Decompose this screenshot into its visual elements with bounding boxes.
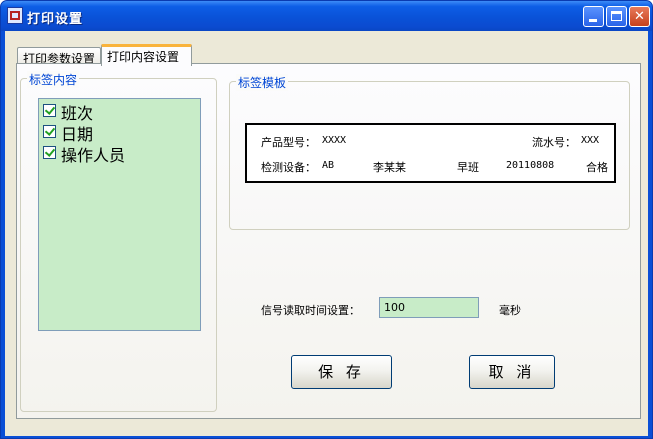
label-content-list[interactable]: 班次 日期 操作人员 xyxy=(38,98,201,331)
serial-label: 流水号： xyxy=(532,136,576,149)
app-icon xyxy=(7,7,23,24)
signal-time-unit: 毫秒 xyxy=(499,304,521,317)
label-content-group: 标签内容 班次 日期 操作人员 xyxy=(20,71,217,412)
tab-print-content[interactable]: 打印内容设置 xyxy=(101,44,192,66)
window-title: 打印设置 xyxy=(27,12,84,27)
close-button[interactable]: ✕ xyxy=(629,6,650,27)
label-template-legend: 标签模板 xyxy=(236,74,289,91)
label-content-legend: 标签内容 xyxy=(27,71,80,88)
close-icon: ✕ xyxy=(634,9,645,24)
print-settings-window: 打印设置 ✕ 打印参数设置 打印内容设置 标签内容 班次 日期 操作人员 标签模… xyxy=(0,0,653,439)
dialog-body: 打印参数设置 打印内容设置 标签内容 班次 日期 操作人员 标签模板 产品型号：… xyxy=(5,31,648,436)
label-preview: 产品型号： XXXX 流水号： XXX 检测设备： AB 李某某 早班 2011… xyxy=(245,123,616,183)
device-value: AB xyxy=(322,160,335,171)
operator-value: 李某某 xyxy=(373,161,406,174)
save-button[interactable]: 保 存 xyxy=(291,355,392,389)
minimize-icon xyxy=(589,19,597,22)
checkbox-shift[interactable] xyxy=(43,104,56,117)
signal-time-label: 信号读取时间设置： xyxy=(261,304,360,317)
title-bar[interactable]: 打印设置 ✕ xyxy=(1,1,652,31)
label-template-group: 标签模板 产品型号： XXXX 流水号： XXX 检测设备： AB 李某某 早班… xyxy=(229,74,630,230)
date-value: 20110808 xyxy=(506,160,555,171)
model-label: 产品型号： xyxy=(261,136,316,149)
result-value: 合格 xyxy=(586,161,608,174)
minimize-button[interactable] xyxy=(583,6,604,27)
maximize-button[interactable] xyxy=(606,6,627,27)
device-label: 检测设备： xyxy=(261,161,316,174)
shift-value: 早班 xyxy=(457,161,479,174)
cancel-button[interactable]: 取 消 xyxy=(469,355,555,389)
checkbox-operator[interactable] xyxy=(43,146,56,159)
list-item-label: 操作人员 xyxy=(61,146,126,165)
serial-value: XXX xyxy=(581,135,600,146)
tab-panel-print-content: 标签内容 班次 日期 操作人员 标签模板 产品型号： XXXX 流水号： XXX… xyxy=(16,63,641,419)
model-value: XXXX xyxy=(322,135,347,146)
maximize-icon xyxy=(611,11,622,21)
checkbox-date[interactable] xyxy=(43,125,56,138)
signal-time-input[interactable] xyxy=(379,297,479,318)
